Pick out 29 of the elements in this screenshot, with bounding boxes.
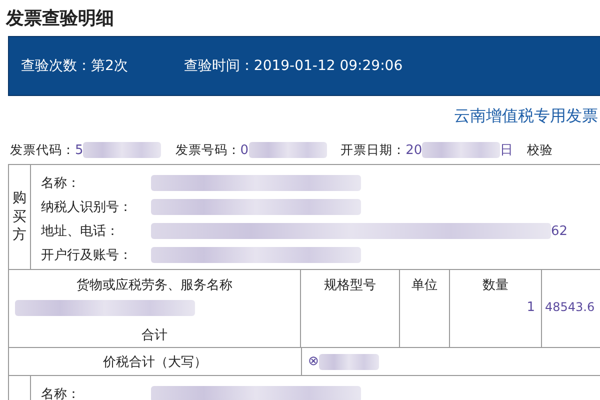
field-label: 名称： xyxy=(41,386,81,400)
price-value: 48543.6 xyxy=(544,300,595,314)
field-value: 20 xyxy=(406,142,422,158)
column-header: 单位 xyxy=(412,277,438,294)
field-label: 开户行及账号： xyxy=(41,247,133,264)
field-label: 名称： xyxy=(41,175,81,192)
field-label: 发票代码： xyxy=(10,142,75,158)
field-label: 纳税人识别号： xyxy=(41,199,133,216)
field-label: 地址、电话： xyxy=(41,223,120,240)
summary-text: 查验时间：2019-01-12 09:29:06 xyxy=(184,57,403,75)
amount-label: 价税合计（大写） xyxy=(103,354,207,370)
field-label: 开票日期： xyxy=(340,142,406,158)
field-value: 日 xyxy=(500,142,514,159)
column-header: 货物或应税劳务、服务名称 xyxy=(76,277,232,294)
quantity-value: 1 xyxy=(526,300,536,315)
field-label: 校验 xyxy=(527,142,554,158)
field-value: 5 xyxy=(75,142,84,158)
amount-prefix: ⊗ xyxy=(308,354,319,369)
page-title: 发票查验明细 xyxy=(4,7,115,31)
field-value: 62 xyxy=(551,224,568,238)
redacted-block xyxy=(318,354,379,370)
column-header: 数量 xyxy=(482,277,510,294)
side-label: 购买方 xyxy=(9,165,31,269)
summary-text: 查验次数：第2次 xyxy=(21,57,128,75)
field-value: 0 xyxy=(240,142,249,158)
field-label: 发票号码： xyxy=(175,142,240,158)
invoice-type: 云南增值税专用发票 xyxy=(454,106,598,126)
column-header: 规格型号 xyxy=(324,277,376,294)
total-label: 合计 xyxy=(142,327,168,344)
